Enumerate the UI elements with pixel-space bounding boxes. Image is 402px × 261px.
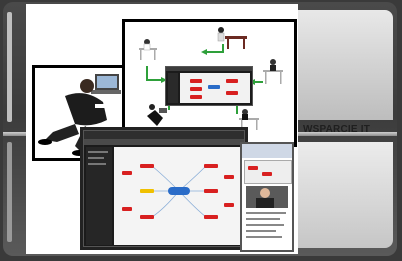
mindmap-app-frame xyxy=(80,127,248,250)
central-node xyxy=(168,187,190,195)
caption-text: WSPARCIE IT xyxy=(303,124,371,135)
app-window xyxy=(83,130,245,247)
left-top-bar xyxy=(7,12,12,122)
slide-card: WSPARCIE IT xyxy=(3,2,397,256)
monitor-icon xyxy=(165,66,253,106)
right-bottom-panel xyxy=(289,142,393,248)
video-chat-frame xyxy=(240,142,294,252)
collage-photo xyxy=(26,4,298,254)
left-bottom-bar xyxy=(7,142,12,242)
right-top-panel xyxy=(289,10,393,120)
